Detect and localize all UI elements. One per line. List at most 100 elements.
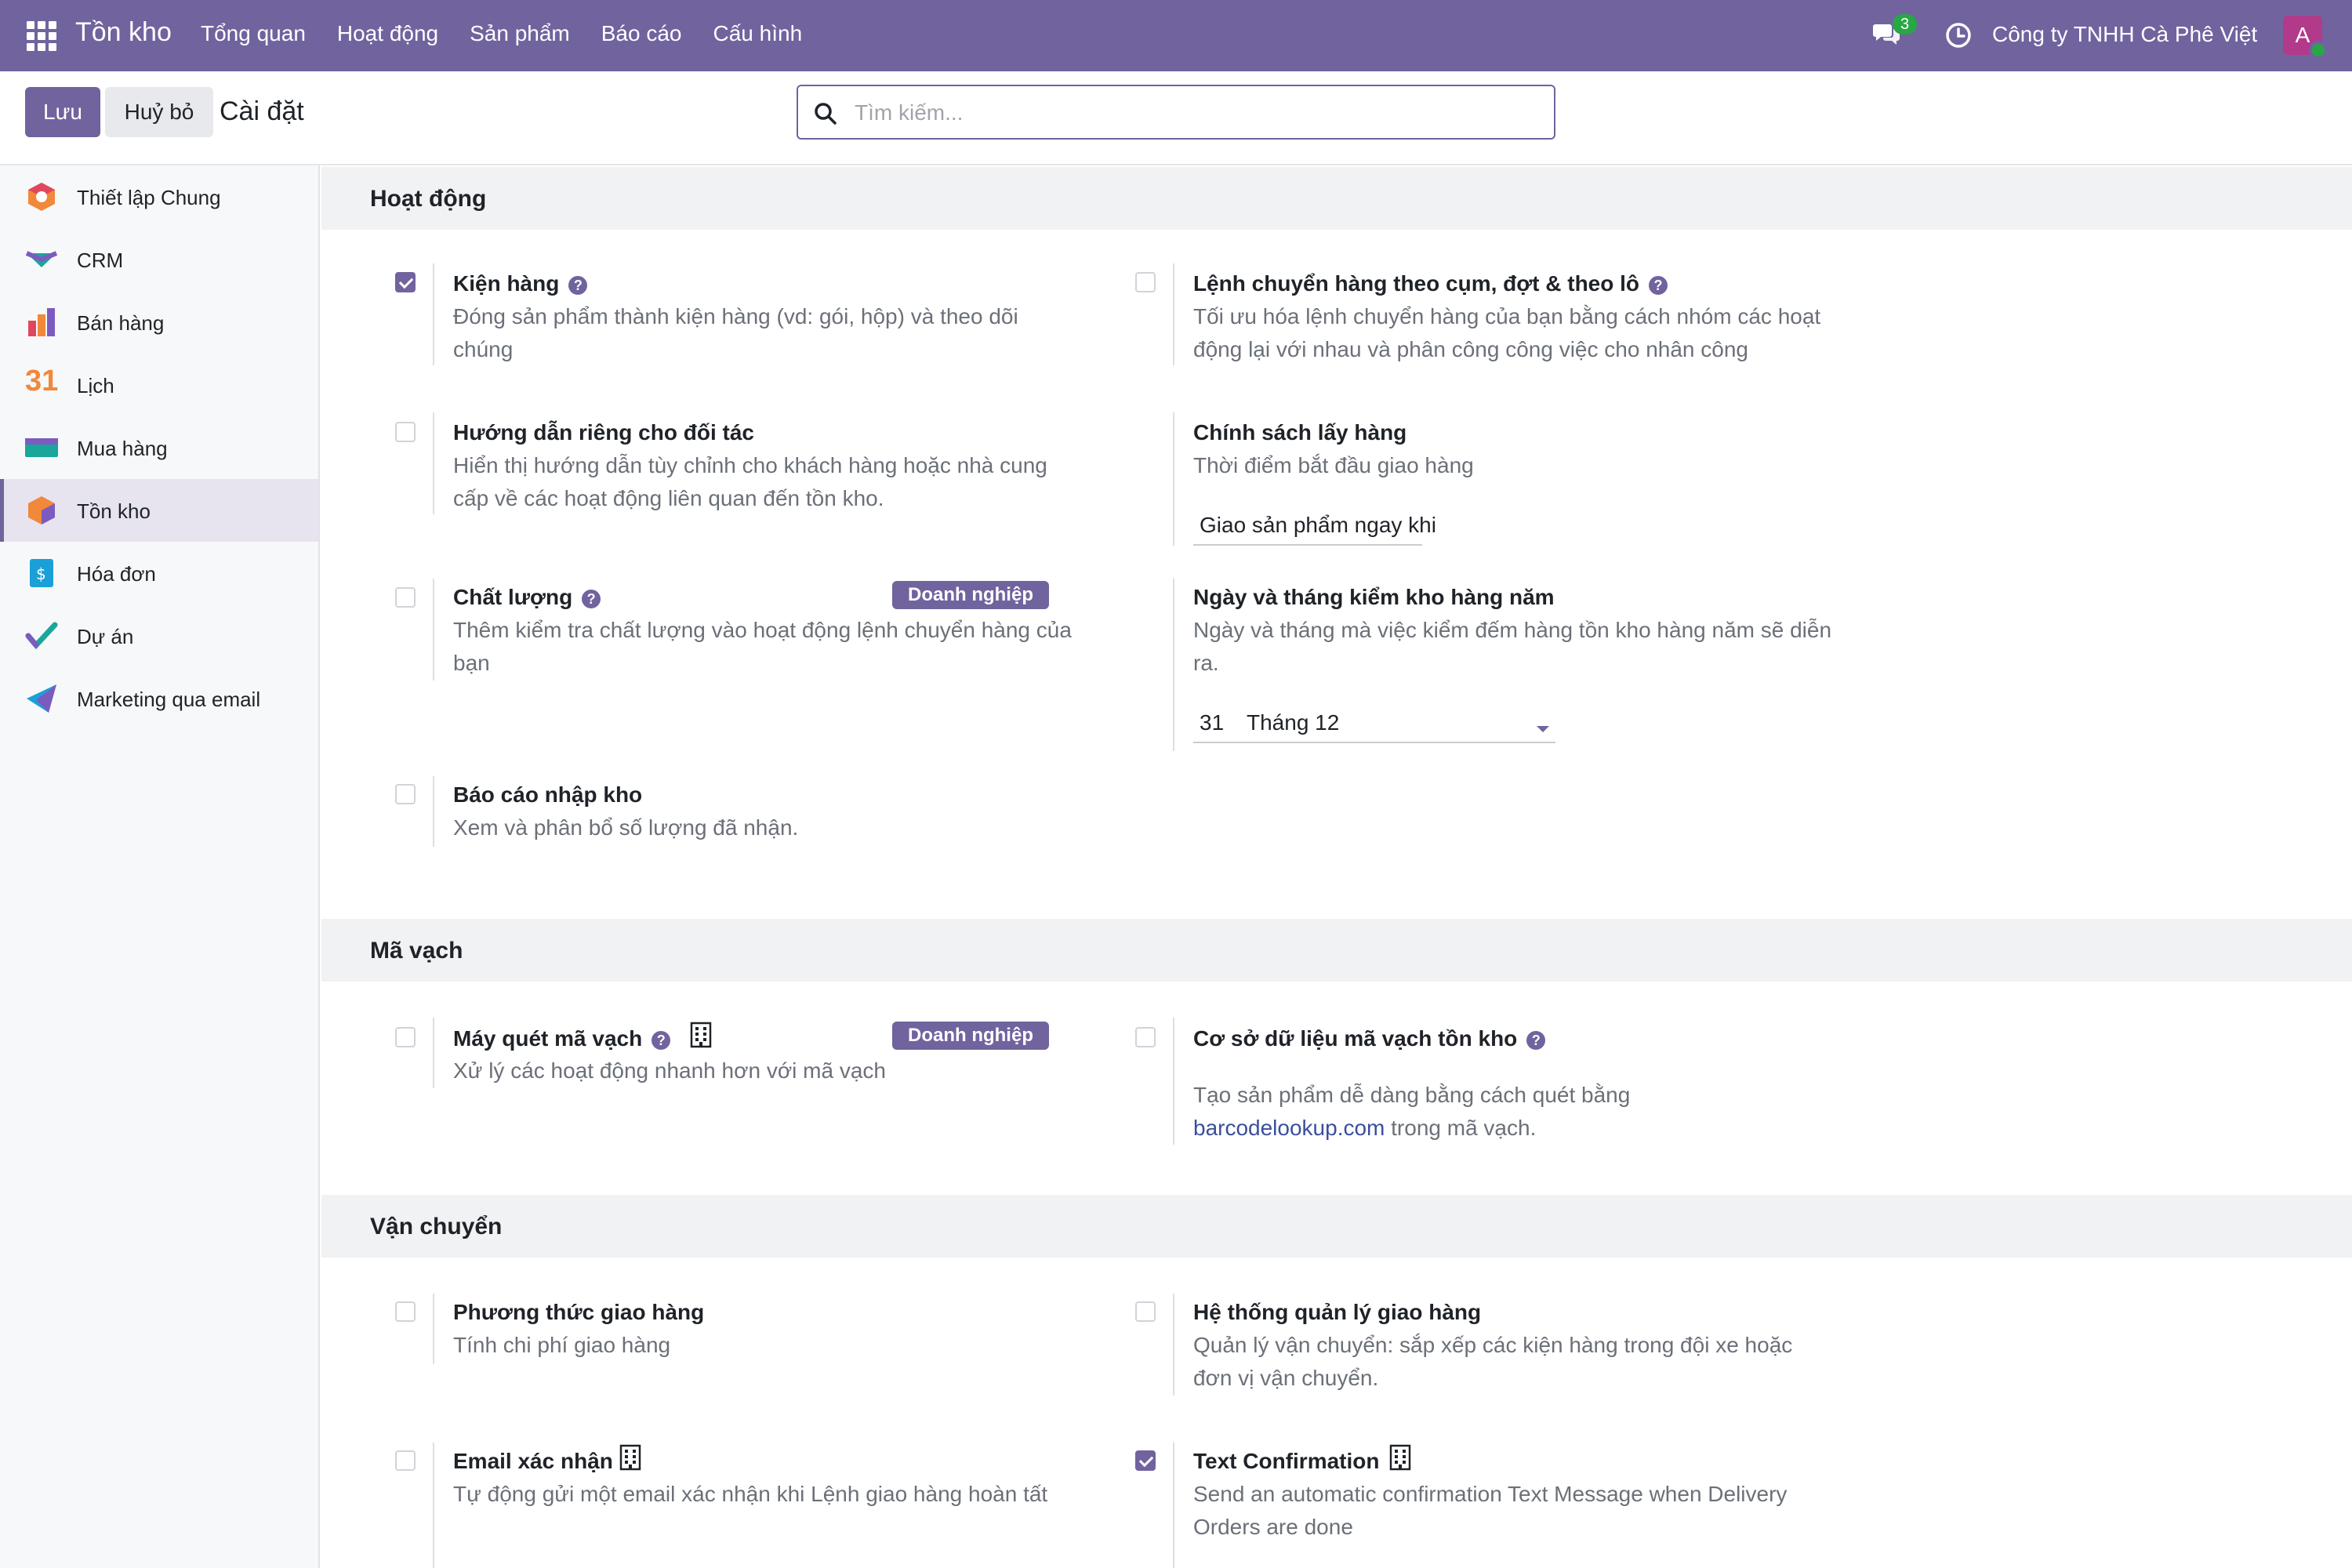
main-menu: Tổng quan Hoạt động Sản phẩm Báo cáo Cấu… [201, 21, 802, 46]
search-placeholder: Tìm kiếm... [855, 100, 964, 125]
delivery-methods-checkbox[interactable] [395, 1301, 416, 1322]
reception-report-description: Xem và phân bổ số lượng đã nhận. [453, 815, 799, 840]
sidebar-item-general-settings[interactable]: Thiết lập Chung [0, 165, 318, 228]
quality-checkbox[interactable] [395, 587, 416, 608]
help-icon[interactable]: ? [652, 1030, 671, 1050]
text-confirmation-title: Text Confirmation [1193, 1449, 1380, 1473]
divider [433, 1443, 434, 1568]
top-navbar: Tồn kho Tổng quan Hoạt động Sản phẩm Báo… [0, 0, 2352, 71]
menu-reporting[interactable]: Báo cáo [601, 21, 682, 46]
packages-checkbox[interactable] [395, 272, 416, 292]
section-barcode-header: Mã vạch [321, 919, 2352, 982]
sidebar-item-label: Thiết lập Chung [77, 186, 221, 209]
delivery-methods-title: Phương thức giao hàng [453, 1300, 705, 1324]
help-icon[interactable]: ? [568, 275, 588, 295]
page-title: Cài đặt [220, 96, 304, 126]
app-name[interactable]: Tồn kho [75, 17, 172, 48]
cancel-button[interactable]: Huỷ bỏ [105, 87, 213, 137]
sidebar-item-label: CRM [77, 249, 124, 272]
settings-app-icon [28, 183, 55, 211]
quality-title: Chất lượng? [453, 585, 601, 610]
sidebar-item-project[interactable]: Dự án [0, 604, 318, 667]
text-confirmation-checkbox[interactable] [1135, 1450, 1156, 1471]
building-icon [1389, 1444, 1411, 1471]
search-icon [815, 103, 837, 125]
batch-transfers-description: Tối ưu hóa lệnh chuyển hàng của bạn bằng… [1193, 304, 1821, 361]
enterprise-badge: Doanh nghiệp [892, 1022, 1049, 1050]
barcode-scanner-description: Xử lý các hoạt động nhanh hơn với mã vạc… [453, 1058, 887, 1083]
partner-instructions-checkbox[interactable] [395, 422, 416, 442]
sidebar-item-label: Dự án [77, 625, 134, 648]
menu-products[interactable]: Sản phẩm [470, 21, 570, 46]
inventory-app-icon [28, 496, 55, 524]
divider [1173, 579, 1174, 751]
batch-transfers-checkbox[interactable] [1135, 272, 1156, 292]
save-button[interactable]: Lưu [25, 87, 100, 137]
company-switcher[interactable]: Công ty TNHH Cà Phê Việt [1992, 22, 2257, 47]
divider [1173, 1294, 1174, 1396]
divider [1173, 412, 1174, 546]
barcode-database-title: Cơ sở dữ liệu mã vạch tồn kho? [1193, 1026, 1546, 1051]
dispatch-management-checkbox[interactable] [1135, 1301, 1156, 1322]
annual-inventory-day[interactable]: 31 [1200, 710, 1224, 735]
barcodelookup-link[interactable]: barcodelookup.com [1193, 1116, 1385, 1140]
picking-policy-title: Chính sách lấy hàng [1193, 420, 1407, 445]
annual-inventory-month[interactable]: Tháng 12 [1247, 710, 1339, 735]
picking-policy-select[interactable]: Giao sản phẩm ngay khi [1193, 511, 1436, 546]
barcode-database-checkbox[interactable] [1135, 1027, 1156, 1047]
section-title: Hoạt động [370, 186, 487, 212]
divider [433, 1018, 434, 1088]
invoicing-app-icon: $ [30, 559, 53, 587]
barcode-scanner-title: Máy quét mã vạch? [453, 1026, 671, 1051]
menu-operations[interactable]: Hoạt động [337, 21, 438, 46]
annual-inventory-title: Ngày và tháng kiểm kho hàng năm [1193, 585, 1555, 609]
enterprise-badge: Doanh nghiệp [892, 581, 1049, 609]
reception-report-checkbox[interactable] [395, 784, 416, 804]
sidebar-item-email-marketing[interactable]: Marketing qua email [0, 667, 318, 730]
search-input[interactable]: Tìm kiếm... [797, 85, 1555, 140]
help-icon[interactable]: ? [1526, 1030, 1546, 1050]
sidebar-item-sales[interactable]: Bán hàng [0, 291, 318, 354]
email-confirmation-checkbox[interactable] [395, 1450, 416, 1471]
sidebar-item-label: Bán hàng [77, 311, 165, 335]
text-confirmation-description: Send an automatic confirmation Text Mess… [1193, 1482, 1788, 1539]
barcode-scanner-checkbox[interactable] [395, 1027, 416, 1047]
barcode-database-description: Tạo sản phẩm dễ dàng bằng cách quét bằng… [1193, 1083, 1631, 1140]
project-app-icon [25, 622, 58, 650]
dispatch-management-title: Hệ thống quản lý giao hàng [1193, 1300, 1482, 1324]
sidebar-item-label: Tồn kho [77, 499, 151, 523]
apps-grid-icon[interactable] [27, 21, 56, 51]
section-operations-header: Hoạt động [321, 167, 2352, 230]
annual-inventory-description: Ngày và tháng mà việc kiểm đếm hàng tồn … [1193, 618, 1832, 675]
reception-report-title: Báo cáo nhập kho [453, 782, 643, 807]
help-icon[interactable]: ? [582, 589, 601, 608]
control-panel: Lưu Huỷ bỏ Cài đặt Tìm kiếm... [0, 71, 2352, 165]
quality-description: Thêm kiểm tra chất lượng vào hoạt động l… [453, 618, 1072, 675]
sidebar-item-label: Hóa đơn [77, 562, 156, 586]
dispatch-management-description: Quản lý vận chuyển: sắp xếp các kiện hàn… [1193, 1333, 1793, 1390]
chevron-down-icon [1537, 726, 1549, 732]
divider [433, 263, 434, 365]
picking-policy-description: Thời điểm bắt đầu giao hàng [1193, 453, 1474, 477]
packages-title: Kiện hàng? [453, 271, 588, 296]
section-title: Vận chuyển [370, 1214, 503, 1240]
menu-overview[interactable]: Tổng quan [201, 21, 306, 46]
sidebar-item-label: Mua hàng [77, 437, 168, 460]
menu-configuration[interactable]: Cấu hình [713, 21, 803, 46]
delivery-methods-description: Tính chi phí giao hàng [453, 1333, 671, 1357]
email-confirmation-title: Email xác nhận [453, 1449, 613, 1473]
sidebar-item-invoicing[interactable]: $ Hóa đơn [0, 542, 318, 604]
partner-instructions-title: Hướng dẫn riêng cho đối tác [453, 420, 754, 445]
sidebar-item-inventory[interactable]: Tồn kho [0, 479, 318, 542]
sidebar-item-label: Marketing qua email [77, 688, 261, 711]
help-icon[interactable]: ? [1649, 275, 1668, 295]
divider [1173, 1443, 1174, 1568]
annual-inventory-date-select[interactable]: 31 Tháng 12 [1193, 709, 1555, 743]
calendar-app-icon: 31 [25, 365, 59, 397]
section-title: Mã vạch [370, 938, 463, 964]
purchase-app-icon [25, 438, 58, 457]
sidebar-item-calendar[interactable]: 31 Lịch [0, 354, 318, 416]
sidebar-item-purchase[interactable]: Mua hàng [0, 416, 318, 479]
clock-icon[interactable] [1944, 21, 1973, 49]
sidebar-item-crm[interactable]: CRM [0, 228, 318, 291]
